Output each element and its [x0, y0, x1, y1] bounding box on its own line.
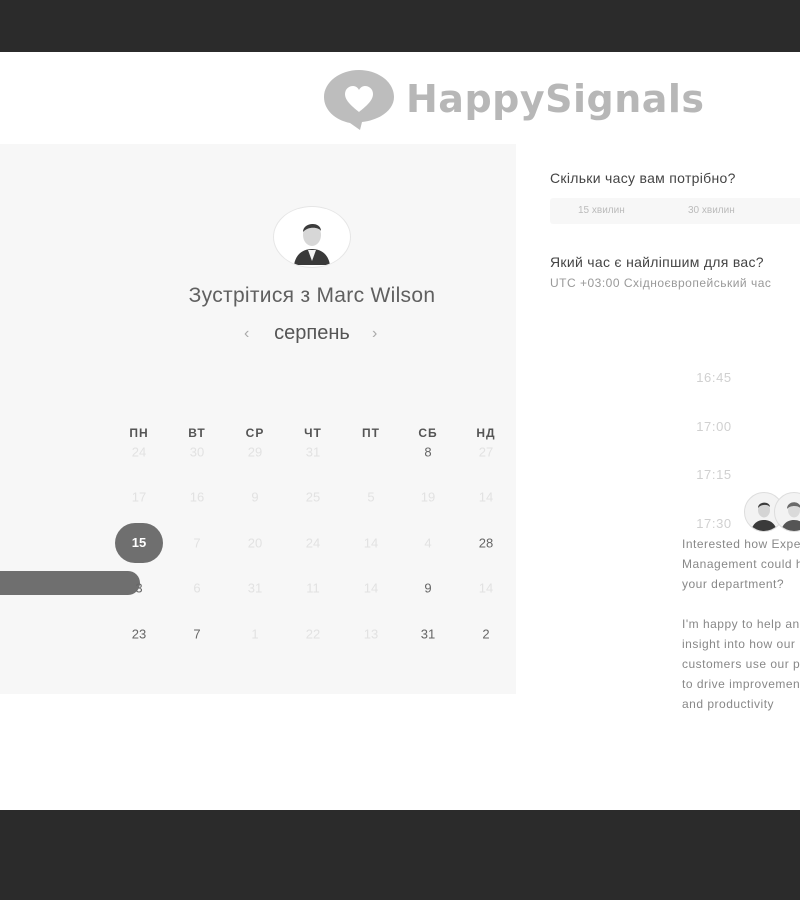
- duration-options: 15 хвилин 30 хвилин: [550, 198, 800, 224]
- weekday-thu: ЧТ: [304, 426, 322, 440]
- calendar-day[interactable]: 31: [408, 627, 448, 642]
- weekday-mon: ПН: [129, 426, 149, 440]
- calendar-day: 14: [363, 580, 379, 596]
- calendar-day: 13: [363, 626, 379, 642]
- calendar-day: 24: [305, 535, 321, 551]
- time-slot[interactable]: 17:00: [664, 419, 764, 434]
- calendar-day[interactable]: 8: [408, 445, 448, 460]
- calendar-day[interactable]: 9: [408, 581, 448, 596]
- calendar-day[interactable]: 28: [466, 536, 506, 551]
- weekday-sat: СБ: [418, 426, 438, 440]
- duration-question: Скільки часу вам потрібно?: [550, 170, 736, 186]
- chat-message: Interested how Experience Management cou…: [682, 534, 800, 734]
- month-label: серпень: [274, 322, 350, 344]
- calendar-day: 1: [251, 626, 259, 642]
- duration-option-30[interactable]: 30 хвилин: [688, 205, 735, 216]
- calendar-day: 27: [478, 444, 494, 460]
- weekday-tue: ВТ: [188, 426, 206, 440]
- weekday-sun: НД: [476, 426, 496, 440]
- calendar-day: 5: [367, 489, 375, 505]
- calendar-day: 11: [306, 580, 320, 596]
- time-question: Який час є найліпшим для вас?: [550, 254, 764, 270]
- calendar-day-selected[interactable]: 15: [115, 523, 163, 563]
- time-slot[interactable]: 17:15: [664, 467, 764, 482]
- calendar-day: 22: [305, 626, 321, 642]
- calendar-panel: Зустрітися з Marc Wilson ‹ серпень › ПН …: [0, 144, 516, 694]
- weekday-wed: СР: [245, 426, 265, 440]
- calendar-day: 6: [193, 580, 201, 596]
- calendar-day[interactable]: 23: [119, 627, 159, 642]
- page: HappySignals Зустрітися з Marc Wilson ‹ …: [0, 52, 800, 810]
- calendar-day: 14: [478, 580, 494, 596]
- calendar-day: 29: [247, 444, 263, 460]
- calendar-day: 17: [131, 489, 147, 505]
- brand-logo[interactable]: HappySignals: [322, 66, 705, 132]
- calendar-day: 19: [420, 489, 436, 505]
- calendar-day: 9: [251, 489, 259, 505]
- calendar-day: 31: [305, 444, 321, 460]
- calendar-day: 31: [247, 580, 263, 596]
- duration-option-15[interactable]: 15 хвилин: [578, 205, 625, 216]
- calendar-day: 30: [189, 444, 205, 460]
- calendar-day: 7: [193, 535, 201, 551]
- calendar-day: 25: [305, 489, 321, 505]
- calendar-day[interactable]: 3: [119, 581, 159, 596]
- weekday-fri: ПТ: [362, 426, 380, 440]
- calendar-day: 24: [131, 444, 147, 460]
- person-photo-icon: [284, 209, 340, 265]
- calendar-day: 14: [478, 489, 494, 505]
- calendar-day: 16: [189, 489, 205, 505]
- timezone-label[interactable]: UTC +03:00 Східноєвропейський час: [550, 276, 771, 290]
- chat-paragraph-2: I'm happy to help and give insight into …: [682, 617, 800, 711]
- time-slot[interactable]: 16:45: [664, 370, 764, 385]
- chevron-left-icon[interactable]: ‹: [244, 325, 249, 343]
- bottom-bar: [0, 810, 800, 900]
- calendar-day: 14: [363, 535, 379, 551]
- heart-speech-bubble-icon: [324, 70, 394, 130]
- person-photo-icon: [781, 502, 800, 531]
- calendar-day: 4: [424, 535, 432, 551]
- chat-paragraph-1: Interested how Experience Management cou…: [682, 537, 800, 591]
- calendar-day[interactable]: 2: [466, 627, 506, 642]
- calendar-day[interactable]: 7: [177, 627, 217, 642]
- booking-panel: Скільки часу вам потрібно? 15 хвилин 30 …: [516, 144, 800, 764]
- host-avatar: [273, 206, 351, 268]
- brand-name: HappySignals: [406, 77, 705, 121]
- chevron-right-icon[interactable]: ›: [372, 325, 377, 343]
- calendar-day: 20: [247, 535, 263, 551]
